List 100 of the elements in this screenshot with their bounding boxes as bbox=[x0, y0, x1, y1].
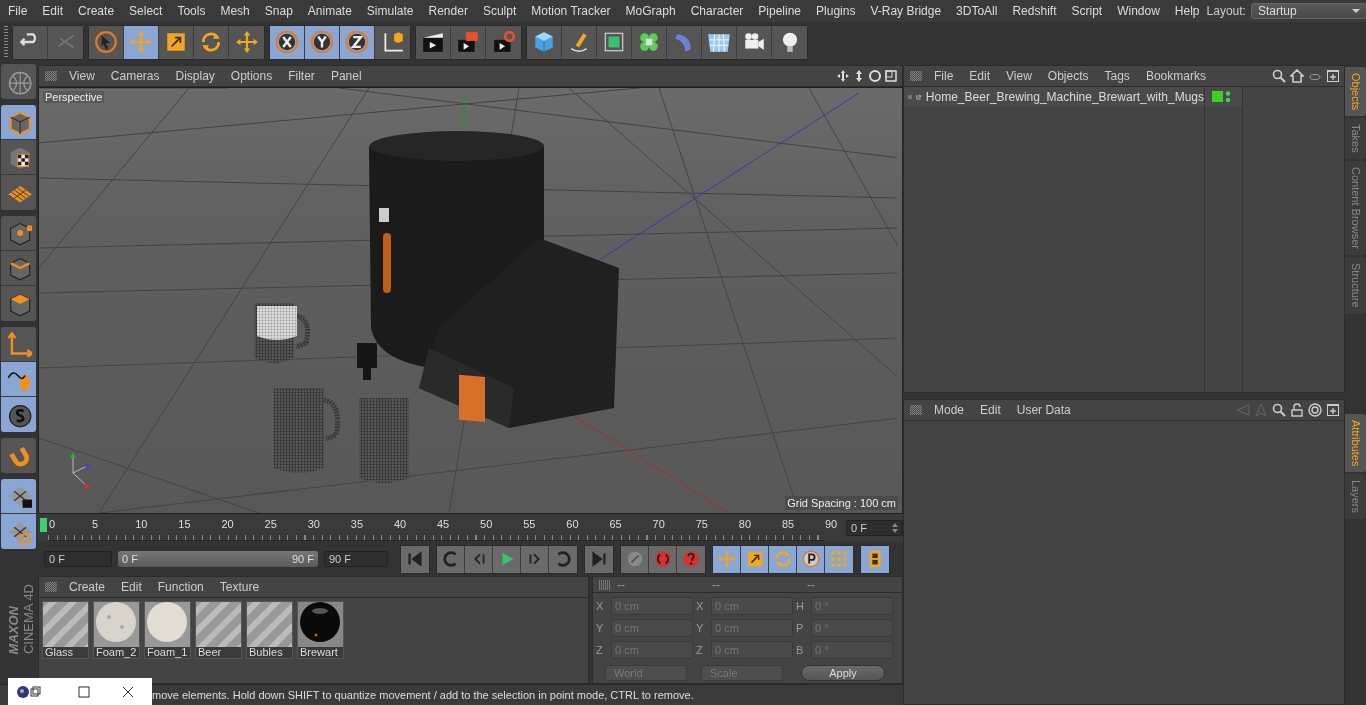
menu-item[interactable]: Function bbox=[149, 580, 212, 594]
menu-item[interactable]: View bbox=[61, 69, 103, 83]
menu-item[interactable]: Display bbox=[167, 69, 223, 83]
toolbar-button[interactable] bbox=[702, 25, 737, 59]
drag-handle[interactable] bbox=[910, 71, 922, 81]
app-icon[interactable] bbox=[16, 684, 42, 699]
toolbar-button[interactable] bbox=[772, 25, 807, 59]
menu-item[interactable]: Objects bbox=[1039, 69, 1097, 83]
toolbar-button[interactable] bbox=[194, 25, 229, 59]
toolbar-button[interactable] bbox=[13, 25, 48, 59]
tool-button[interactable] bbox=[1, 251, 36, 286]
close-icon[interactable] bbox=[122, 685, 134, 698]
menu-item[interactable]: Pipeline bbox=[750, 4, 809, 18]
menu-item[interactable]: Render bbox=[420, 4, 475, 18]
toolbar-button[interactable] bbox=[527, 25, 562, 59]
toolbar-button[interactable] bbox=[737, 25, 772, 59]
playback-button[interactable] bbox=[861, 545, 889, 573]
drag-handle[interactable] bbox=[910, 405, 922, 415]
new-panel-icon[interactable] bbox=[1326, 403, 1340, 417]
menu-item[interactable]: Mesh bbox=[212, 4, 257, 18]
menu-item[interactable]: Edit bbox=[961, 69, 999, 83]
toolbar-button[interactable] bbox=[632, 25, 667, 59]
menu-item[interactable]: Edit bbox=[34, 4, 71, 18]
toolbar-button[interactable] bbox=[562, 25, 597, 59]
menu-item[interactable]: Select bbox=[121, 4, 170, 18]
toolbar-button[interactable] bbox=[124, 25, 159, 59]
tool-button[interactable] bbox=[1, 479, 36, 514]
menu-item[interactable]: Tools bbox=[169, 4, 213, 18]
menu-item[interactable]: File bbox=[0, 4, 35, 18]
toolbar-button[interactable] bbox=[597, 25, 632, 59]
material-item[interactable]: Foam_1 bbox=[144, 601, 191, 659]
drag-handle[interactable] bbox=[45, 71, 57, 81]
tool-button[interactable] bbox=[1, 140, 36, 175]
search-icon[interactable] bbox=[1272, 403, 1286, 417]
layout-dropdown[interactable]: Startup bbox=[1250, 3, 1366, 19]
start-frame-field[interactable]: 0 F bbox=[44, 551, 112, 567]
toolbar-button[interactable] bbox=[340, 25, 375, 59]
menu-item[interactable]: V-Ray Bridge bbox=[862, 4, 949, 18]
menu-item[interactable]: 3DToAll bbox=[948, 4, 1005, 18]
playback-button[interactable] bbox=[797, 545, 825, 573]
side-tab[interactable]: Structure bbox=[1345, 257, 1366, 314]
menu-item[interactable]: File bbox=[926, 69, 962, 83]
material-item[interactable]: Beer bbox=[195, 601, 242, 659]
material-item[interactable]: Bubles bbox=[246, 601, 293, 659]
search-icon[interactable] bbox=[1272, 69, 1286, 83]
playback-button[interactable] bbox=[825, 545, 853, 573]
lock-icon[interactable] bbox=[1290, 403, 1304, 417]
tool-button[interactable] bbox=[1, 362, 36, 397]
menu-item[interactable]: Animate bbox=[299, 4, 359, 18]
menu-item[interactable]: Redshift bbox=[1004, 4, 1064, 18]
menu-item[interactable]: Tags bbox=[1096, 69, 1138, 83]
object-row[interactable]: Home_Beer_Brewing_Machine_Brewart_with_Mugs bbox=[904, 87, 1204, 107]
material-item[interactable]: Glass bbox=[42, 601, 89, 659]
menu-item[interactable]: Panel bbox=[322, 69, 370, 83]
toolbar-button[interactable] bbox=[305, 25, 340, 59]
menu-item[interactable]: Mode bbox=[926, 403, 973, 417]
maximize-icon[interactable] bbox=[78, 685, 90, 698]
menu-item[interactable]: Simulate bbox=[358, 4, 421, 18]
menu-item[interactable]: Help bbox=[1166, 4, 1207, 18]
home-icon[interactable] bbox=[1290, 69, 1304, 83]
side-tab[interactable]: Content Browser bbox=[1345, 161, 1366, 255]
menu-item[interactable]: MoGraph bbox=[617, 4, 683, 18]
menu-item[interactable]: Sculpt bbox=[474, 4, 524, 18]
expand-icon[interactable] bbox=[908, 92, 913, 102]
toolbar-button[interactable] bbox=[270, 25, 305, 59]
target-icon[interactable] bbox=[1308, 403, 1322, 417]
menu-item[interactable]: View bbox=[998, 69, 1040, 83]
menu-item[interactable]: User Data bbox=[1008, 403, 1079, 417]
menu-item[interactable]: Motion Tracker bbox=[523, 4, 618, 18]
frame-range-slider[interactable]: 0 F 90 F bbox=[118, 551, 318, 567]
side-tab[interactable]: Attributes bbox=[1345, 413, 1366, 473]
menu-item[interactable]: Filter bbox=[280, 69, 323, 83]
playback-button[interactable] bbox=[741, 545, 769, 573]
side-tab[interactable]: Objects bbox=[1345, 67, 1366, 117]
menu-item[interactable]: Edit bbox=[972, 403, 1009, 417]
new-panel-icon[interactable] bbox=[1326, 69, 1340, 83]
toolbar-button[interactable] bbox=[416, 25, 451, 59]
drag-handle[interactable] bbox=[4, 26, 8, 58]
rotate-view-icon[interactable] bbox=[868, 69, 882, 83]
playhead-marker[interactable] bbox=[40, 517, 47, 532]
tool-button[interactable] bbox=[1, 216, 36, 251]
menu-item[interactable]: Window bbox=[1109, 4, 1167, 18]
playback-button[interactable] bbox=[621, 545, 649, 573]
playback-button[interactable] bbox=[713, 545, 741, 573]
playback-button[interactable] bbox=[769, 545, 797, 573]
tool-button[interactable] bbox=[1, 397, 36, 432]
menu-item[interactable]: Texture bbox=[211, 580, 268, 594]
drag-handle[interactable] bbox=[599, 579, 611, 590]
menu-item[interactable]: Options bbox=[222, 69, 281, 83]
menu-item[interactable]: Edit bbox=[113, 580, 150, 594]
menu-item[interactable]: Create bbox=[61, 580, 114, 594]
toolbar-button[interactable] bbox=[159, 25, 194, 59]
spinner-arrows-icon[interactable] bbox=[892, 523, 898, 533]
drag-handle[interactable] bbox=[45, 582, 57, 592]
toolbar-button[interactable] bbox=[229, 25, 264, 59]
tool-button[interactable] bbox=[1, 286, 36, 321]
menu-item[interactable]: Snap bbox=[256, 4, 300, 18]
toolbar-button[interactable] bbox=[375, 25, 410, 59]
menu-item[interactable]: Script bbox=[1063, 4, 1110, 18]
playback-button[interactable] bbox=[493, 545, 521, 573]
